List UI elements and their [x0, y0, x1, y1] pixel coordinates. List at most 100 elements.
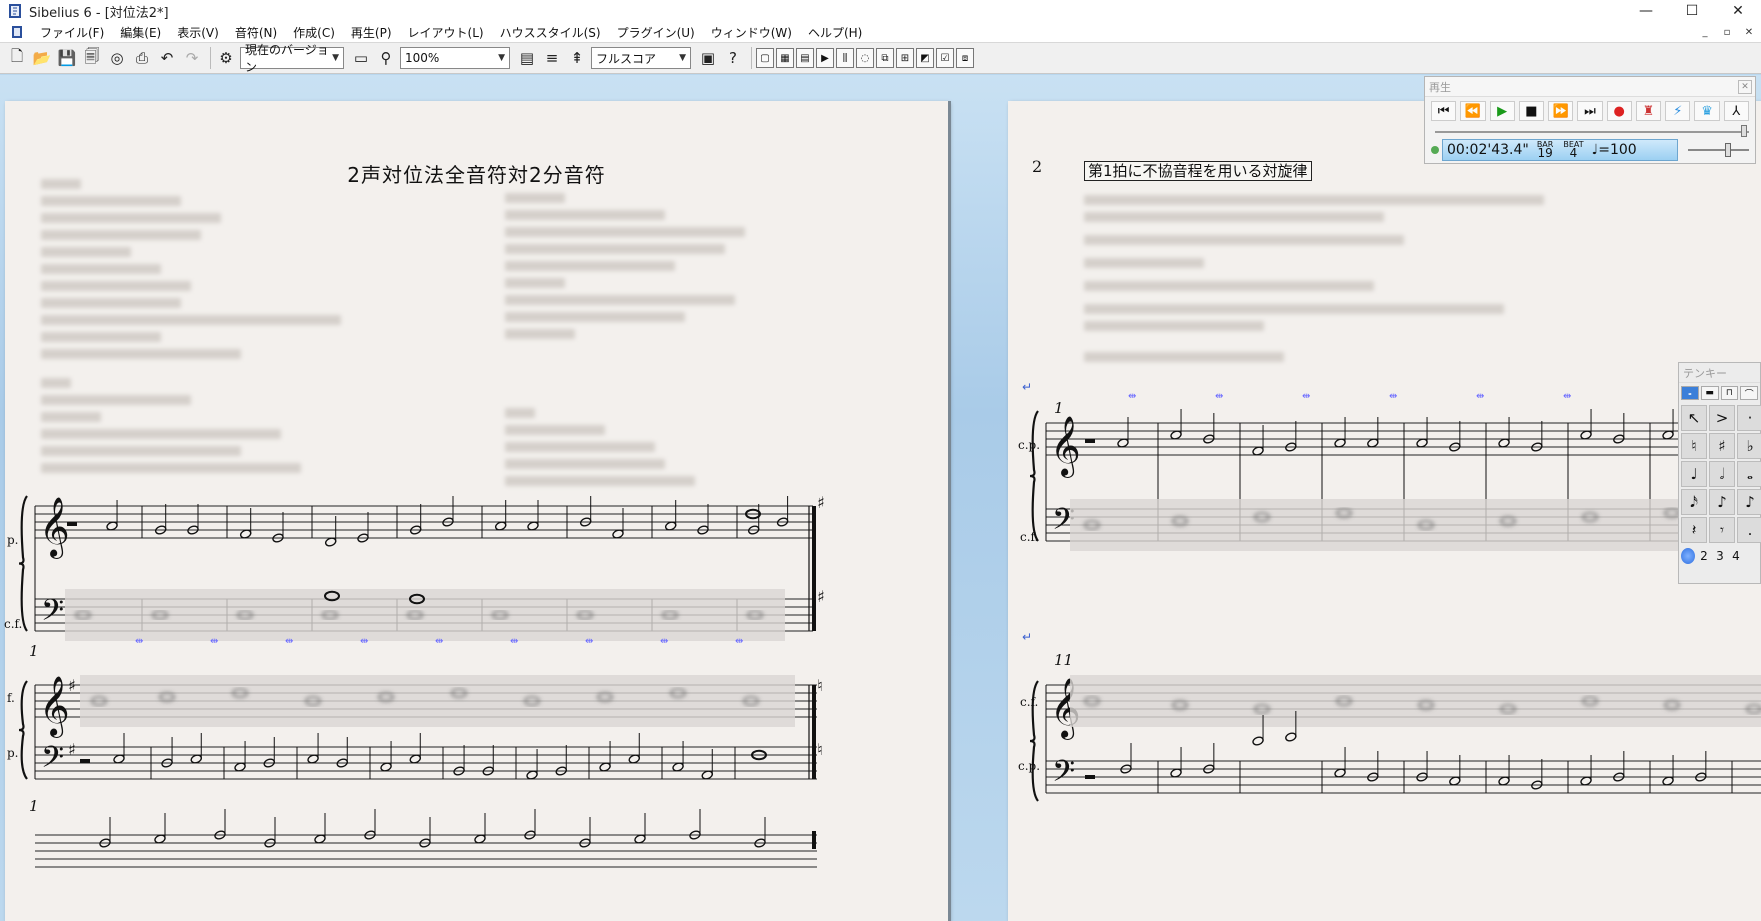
undo-icon[interactable]: ↶ — [156, 47, 178, 69]
playback-title-bar[interactable]: 再生 ✕ — [1425, 77, 1755, 97]
playback-window-icon[interactable]: ▶ — [816, 48, 834, 68]
rewind-to-start-icon[interactable]: ⏮ — [1431, 101, 1457, 121]
keypad-key[interactable]: 𝅝 — [1737, 461, 1761, 487]
voice-1-icon[interactable] — [1681, 548, 1695, 564]
keypad-key[interactable]: ↖ — [1681, 405, 1707, 431]
right-system-1[interactable]: 𝄞𝄢⇹ ⇹ ⇹ ⇹ ⇹ ⇹↵ — [1008, 380, 1761, 561]
keypad-key[interactable]: 𝅗𝅥 — [1709, 461, 1735, 487]
play-icon[interactable]: ▶ — [1489, 101, 1515, 121]
video-window-icon[interactable]: ⧉ — [876, 48, 894, 68]
keypad-key[interactable]: 𝅘𝅥𝅯 — [1681, 489, 1707, 515]
tab-articulations[interactable]: ⌒ — [1740, 386, 1758, 400]
voice-2-button[interactable]: 2 — [1697, 549, 1711, 563]
keypad-key[interactable]: ♭ — [1737, 433, 1761, 459]
document-icon[interactable] — [10, 25, 24, 39]
panorama-icon[interactable]: ≡ — [541, 47, 563, 69]
conductor-icon[interactable]: ⅄ — [1723, 101, 1749, 121]
menu-help[interactable]: ヘルプ(H) — [800, 24, 870, 41]
open-file-icon[interactable]: 📂 — [31, 47, 53, 69]
menu-create[interactable]: 作成(C) — [285, 24, 343, 41]
menu-house-style[interactable]: ハウススタイル(S) — [492, 24, 609, 41]
layout-window-icon[interactable]: ⧈ — [956, 48, 974, 68]
zoom-select[interactable]: 100% ▼ — [400, 47, 510, 69]
new-file-icon[interactable]: 🗋 — [6, 47, 28, 69]
half-rest-icon — [80, 759, 90, 763]
burn-disc-icon[interactable]: ◎ — [106, 47, 128, 69]
keypad-key[interactable]: . — [1737, 517, 1761, 543]
score-page-2[interactable]: 2 第1拍に不協音程を用いる対旋律 1 c.p. c.f. 𝄞𝄢⇹⇹⇹ — [1008, 101, 1761, 921]
redo-icon[interactable]: ↷ — [181, 47, 203, 69]
live-tempo-icon[interactable]: ♛ — [1694, 101, 1720, 121]
help-icon[interactable]: ? — [722, 47, 744, 69]
menu-plugins[interactable]: プラグイン(U) — [609, 24, 703, 41]
version-select[interactable]: 現在のバージョン ▼ — [240, 43, 344, 74]
score-view-select[interactable]: フルスコア ▼ — [591, 47, 691, 69]
menu-notes[interactable]: 音符(N) — [227, 24, 285, 41]
menu-play[interactable]: 再生(P) — [343, 24, 400, 41]
left-system-3[interactable] — [5, 809, 835, 868]
section-heading[interactable]: 第1拍に不協音程を用いる対旋律 — [1084, 161, 1312, 181]
fast-forward-icon[interactable]: ⏩ — [1548, 101, 1574, 121]
keypad-key[interactable]: > — [1709, 405, 1735, 431]
minimize-button[interactable]: — — [1623, 0, 1669, 22]
tab-common-notes[interactable]: 𝅝 — [1681, 386, 1699, 400]
maximize-button[interactable]: ☐ — [1669, 0, 1715, 22]
tab-more-notes[interactable]: ▬ — [1700, 386, 1719, 400]
check-window-icon[interactable]: ☑ — [936, 48, 954, 68]
rewind-icon[interactable]: ⏪ — [1460, 101, 1486, 121]
keypad-key[interactable]: · — [1737, 405, 1761, 431]
navigator-window-icon[interactable]: ▢ — [756, 48, 774, 68]
score-workspace[interactable]: 2声対位法全音符対2分音符 p. c.f. 𝄞 𝄢 ♯ ♯ ⇹ ⇹ ⇹ ⇹ ⇹ … — [0, 75, 1761, 921]
keypad-key[interactable]: ♯ — [1709, 433, 1735, 459]
save-as-icon[interactable]: 🗐 — [81, 47, 103, 69]
keypad-title[interactable]: テンキー — [1679, 363, 1760, 383]
menu-layout[interactable]: レイアウト(L) — [400, 24, 492, 41]
playback-position-slider[interactable] — [1435, 125, 1749, 137]
tab-beams[interactable]: ⊓ — [1720, 386, 1739, 400]
stop-icon[interactable]: ■ — [1518, 101, 1545, 121]
ideas-window-icon[interactable]: ◌ — [856, 48, 874, 68]
doc-minimize-button[interactable]: _ — [1697, 24, 1713, 40]
parts-icon[interactable]: ▣ — [697, 47, 719, 69]
print-icon[interactable]: ⎙ — [131, 47, 153, 69]
left-system-1[interactable]: 𝄞 𝄢 ♯ ♯ ⇹ ⇹ ⇹ ⇹ ⇹ ⇹ ⇹ ⇹ ⇹ — [5, 486, 835, 647]
doc-close-button[interactable]: ✕ — [1741, 24, 1757, 40]
score-page-1[interactable]: 2声対位法全音符対2分音符 p. c.f. 𝄞 𝄢 ♯ ♯ ⇹ ⇹ ⇹ ⇹ ⇹ … — [4, 101, 948, 921]
magnifier-icon[interactable]: ⚲ — [375, 47, 397, 69]
keypad-key[interactable]: ♮ — [1681, 433, 1707, 459]
focus-staves-icon[interactable]: ⇞ — [566, 47, 588, 69]
left-system-2[interactable]: 𝄞𝄢♯♯♮♮ — [5, 661, 835, 782]
blurred-text-right — [505, 193, 765, 493]
comment-icon[interactable]: ▭ — [350, 47, 372, 69]
slider-thumb[interactable] — [1741, 125, 1747, 137]
tempo-slider[interactable] — [1688, 143, 1749, 157]
close-button[interactable]: ✕ — [1715, 0, 1761, 22]
page-view-icon[interactable]: ▤ — [516, 47, 538, 69]
menu-view[interactable]: 表示(V) — [169, 24, 227, 41]
mixer-window-icon[interactable]: ⫼ — [836, 48, 854, 68]
record-icon[interactable]: ● — [1606, 101, 1632, 121]
keypad-key[interactable]: 𝄽 — [1681, 517, 1707, 543]
transform-window-icon[interactable]: ⊞ — [896, 48, 914, 68]
keypad-key[interactable]: ♩ — [1681, 461, 1707, 487]
right-system-2[interactable]: 𝄞𝄢↵ — [1008, 630, 1761, 811]
close-icon[interactable]: ✕ — [1738, 79, 1752, 94]
menu-window[interactable]: ウィンドウ(W) — [703, 24, 800, 41]
kontakt-window-icon[interactable]: ◩ — [916, 48, 934, 68]
voice-3-button[interactable]: 3 — [1713, 549, 1727, 563]
slider-thumb[interactable] — [1724, 143, 1731, 157]
voice-4-button[interactable]: 4 — [1729, 549, 1743, 563]
keypad-key[interactable]: 𝄾 — [1709, 517, 1735, 543]
menu-edit[interactable]: 編集(E) — [112, 24, 169, 41]
live-playback-icon[interactable]: ⚡ — [1665, 101, 1691, 121]
versions-gear-icon[interactable]: ⚙ — [215, 47, 237, 69]
menu-file[interactable]: ファイル(F) — [32, 24, 112, 41]
keypad-key[interactable]: ♪ — [1709, 489, 1735, 515]
properties-window-icon[interactable]: ▤ — [796, 48, 814, 68]
forward-to-end-icon[interactable]: ⏭ — [1577, 101, 1603, 121]
keypad-window-icon[interactable]: ▦ — [776, 48, 794, 68]
save-icon[interactable]: 💾 — [56, 47, 78, 69]
keypad-key[interactable]: ♪ — [1737, 489, 1761, 515]
doc-restore-button[interactable]: ▫ — [1719, 24, 1735, 40]
flexi-time-icon[interactable]: ♜ — [1635, 101, 1662, 121]
